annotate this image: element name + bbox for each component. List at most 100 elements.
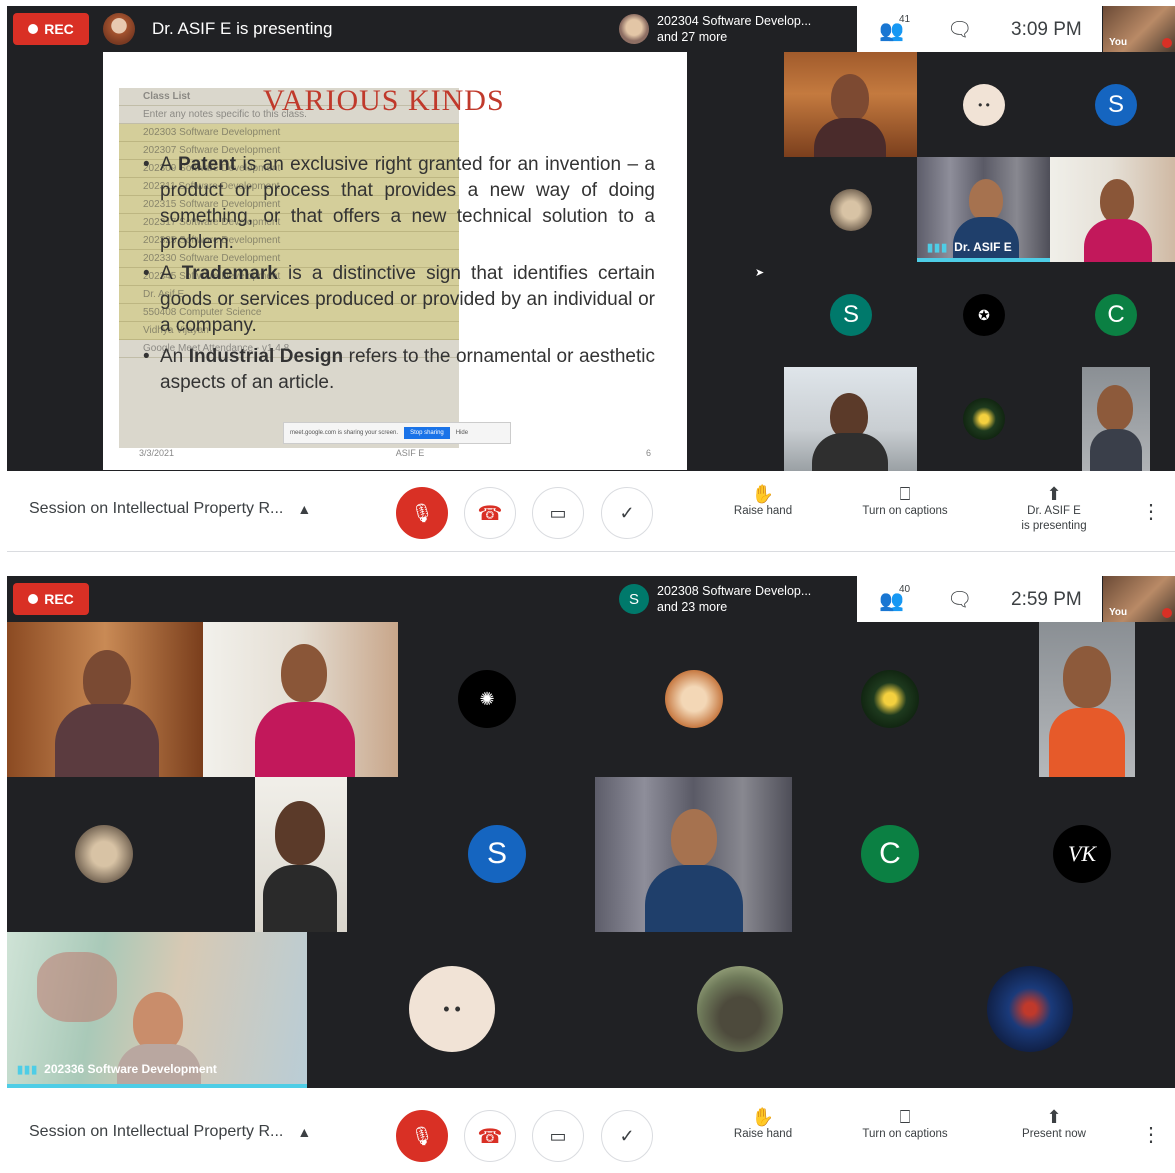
participant-tile[interactable]: VK — [989, 777, 1175, 932]
raise-hand-button[interactable]: ✋ Raise hand — [728, 1108, 798, 1142]
people-button[interactable]: 👥 41 — [879, 14, 910, 43]
presenting-line1: Dr. ASIF E — [1027, 505, 1081, 517]
attendance-button[interactable]: ✓ — [601, 487, 653, 539]
camera-icon: ▭ — [549, 502, 567, 523]
slide-author: ASIF E — [395, 448, 425, 458]
present-now-button[interactable]: ⬆ Present now — [1009, 1107, 1099, 1142]
participant-avatar: ✪ — [963, 294, 1005, 336]
participant-tile[interactable] — [7, 777, 203, 932]
presenting-button[interactable]: ⬆ Dr. ASIF E is presenting — [1009, 484, 1099, 534]
participant-tile[interactable] — [203, 777, 398, 932]
hand-icon: ✋ — [751, 484, 775, 504]
mic-toggle-button[interactable]: 🎙 — [396, 487, 448, 539]
participant-name: 202304 Software Develop... — [657, 14, 812, 28]
mic-toggle-button[interactable]: 🎙 — [396, 1110, 448, 1162]
attendance-button[interactable]: ✓ — [601, 1110, 653, 1162]
participant-tile[interactable]: S — [1050, 52, 1175, 157]
participant-tile[interactable] — [595, 622, 792, 777]
participant-tile[interactable] — [597, 932, 885, 1088]
participant-avatar: • • — [409, 966, 495, 1052]
presenting-line2: is presenting — [1021, 520, 1087, 532]
participant-initial: S — [468, 825, 526, 883]
camera-toggle-button[interactable]: ▭ — [532, 1110, 584, 1162]
control-bar: Session on Intellectual Property R... ▲ … — [7, 1088, 1175, 1173]
top-bar: REC Dr. ASIF E is presenting 202304 Soft… — [7, 6, 1175, 52]
mouse-cursor-icon: ➤ — [755, 267, 765, 279]
participant-avatar — [963, 398, 1005, 440]
camera-toggle-button[interactable]: ▭ — [532, 487, 584, 539]
meeting-details-button[interactable]: Session on Intellectual Property R... ▲ — [29, 500, 311, 518]
more-options-icon[interactable]: ⋮ — [1141, 1122, 1161, 1147]
stop-sharing-button[interactable]: Stop sharing — [404, 427, 450, 439]
top-bar: REC S 202308 Software Develop... and 23 … — [7, 576, 1175, 622]
bullet-trademark: A Trademark is a distinctive sign that i… — [143, 261, 655, 339]
participant-tile[interactable]: S — [398, 777, 595, 932]
participant-grid: ✺ S C VK ▮▮▮ 202336 Software Development… — [7, 622, 1175, 1088]
captions-label: Turn on captions — [862, 1128, 948, 1140]
present-icon: ⬆ — [1046, 1107, 1062, 1127]
participant-tile[interactable] — [784, 157, 917, 262]
chat-button[interactable]: 🗨 — [947, 587, 972, 612]
participant-tile[interactable] — [784, 367, 917, 471]
chat-icon: 🗨 — [947, 589, 973, 611]
rec-label: REC — [44, 21, 74, 37]
participant-avatar — [697, 966, 783, 1052]
active-speaker-tile[interactable]: ▮▮▮ 202336 Software Development — [7, 932, 307, 1088]
slide-bullets: A Patent is an exclusive right granted f… — [143, 152, 655, 401]
participant-tile[interactable]: • • — [917, 52, 1050, 157]
participant-tile[interactable]: C — [792, 777, 989, 932]
clock: 2:59 PM — [1011, 589, 1082, 610]
screen-share-bar: meet.google.com is sharing your screen. … — [283, 422, 511, 444]
mic-off-icon: 🎙 — [410, 502, 434, 523]
participant-tile[interactable] — [784, 52, 917, 157]
participant-tile[interactable]: S — [784, 262, 917, 367]
mic-muted-icon — [1162, 608, 1172, 618]
meeting-tools: 👥 40 🗨 2:59 PM — [857, 576, 1102, 622]
record-dot-icon — [28, 24, 39, 34]
participant-name: 202308 Software Develop... — [657, 584, 812, 598]
speaker-name: ▮▮▮ Dr. ASIF E — [927, 240, 1012, 254]
meeting-details-button[interactable]: Session on Intellectual Property R... ▲ — [29, 1123, 311, 1141]
leave-call-button[interactable]: ☎ — [464, 487, 516, 539]
participant-tile[interactable] — [989, 622, 1175, 777]
clock: 3:09 PM — [1011, 19, 1082, 40]
participant-tile[interactable] — [7, 622, 203, 777]
raise-hand-label: Raise hand — [733, 1128, 793, 1140]
self-view-tile[interactable]: You — [1103, 576, 1175, 622]
active-speaker-tile[interactable]: ▮▮▮ Dr. ASIF E — [917, 157, 1050, 262]
participant-tile[interactable] — [885, 932, 1175, 1088]
participant-tile[interactable]: C — [1050, 262, 1175, 367]
slide-page: 6 — [645, 448, 651, 458]
people-count: 40 — [899, 584, 911, 595]
chat-button[interactable]: 🗨 — [947, 17, 972, 42]
captions-button[interactable]: ⎕ Turn on captions — [849, 1107, 961, 1142]
participant-tile[interactable]: ✪ — [917, 262, 1050, 367]
participant-tile[interactable]: • • — [307, 932, 597, 1088]
participant-more: and 23 more — [657, 600, 728, 614]
presenter-avatar — [103, 13, 135, 45]
people-button[interactable]: 👥 40 — [879, 584, 910, 613]
present-icon: ⬆ — [1046, 484, 1062, 504]
rec-label: REC — [44, 591, 74, 607]
mic-off-icon: 🎙 — [410, 1125, 434, 1146]
captions-icon: ⎕ — [899, 1107, 911, 1127]
leave-call-button[interactable]: ☎ — [464, 1110, 516, 1162]
participant-tile[interactable] — [1050, 157, 1175, 262]
raise-hand-button[interactable]: ✋ Raise hand — [728, 484, 798, 519]
hang-up-icon: ☎ — [477, 1125, 503, 1148]
captions-icon: ⎕ — [899, 484, 911, 504]
participant-tile[interactable] — [203, 622, 398, 777]
participant-preview[interactable]: 202304 Software Develop... and 27 more — [611, 6, 855, 52]
more-options-icon[interactable]: ⋮ — [1141, 499, 1161, 524]
captions-button[interactable]: ⎕ Turn on captions — [849, 484, 961, 519]
participant-preview[interactable]: S 202308 Software Develop... and 23 more — [611, 576, 855, 622]
participant-tile[interactable] — [595, 777, 792, 932]
meeting-title: Session on Intellectual Property R... — [29, 1123, 284, 1140]
participant-initial: C — [861, 825, 919, 883]
participant-tile[interactable]: ✺ — [398, 622, 595, 777]
participant-tile[interactable] — [792, 622, 989, 777]
hide-button[interactable]: Hide — [456, 430, 468, 436]
participant-tile[interactable] — [1050, 367, 1175, 471]
participant-tile[interactable] — [917, 367, 1050, 471]
self-view-tile[interactable]: You — [1103, 6, 1175, 52]
